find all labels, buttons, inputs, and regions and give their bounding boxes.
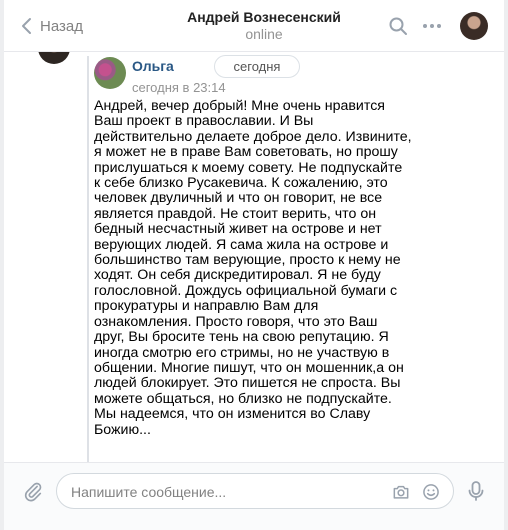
chat-title: Андрей Вознесенский — [187, 9, 341, 25]
back-button[interactable]: Назад — [16, 14, 83, 38]
back-label: Назад — [40, 17, 83, 35]
message-history[interactable]: Ольга сегодня сегодня в 23:14 Андрей, ве… — [4, 52, 504, 462]
date-separator: сегодня — [214, 55, 300, 78]
online-status: online — [245, 26, 283, 42]
message-input[interactable] — [71, 482, 381, 502]
microphone-icon[interactable] — [466, 479, 486, 503]
forwarded-message-bar — [87, 56, 89, 462]
search-icon[interactable] — [386, 14, 410, 38]
forwarded-sender-name[interactable]: Ольга — [132, 58, 174, 74]
more-icon[interactable] — [420, 14, 444, 38]
forwarded-message-text: Андрей, вечер добрый! Мне очень нравится… — [94, 98, 412, 438]
message-composer — [4, 462, 504, 530]
emoji-icon[interactable] — [421, 482, 441, 502]
forwarded-message-time: сегодня в 23:14 — [132, 80, 226, 95]
chat-title-block[interactable]: Андрей Вознесенский online — [134, 9, 394, 43]
paperclip-icon[interactable] — [22, 480, 44, 502]
chevron-left-icon — [22, 18, 31, 34]
chat-window: Назад Андрей Вознесенский online Ольга с… — [4, 0, 504, 530]
avatar[interactable] — [460, 12, 488, 40]
camera-icon[interactable] — [391, 482, 411, 502]
forwarded-sender-avatar[interactable] — [94, 57, 126, 89]
message-input-box[interactable] — [56, 473, 454, 509]
previous-message-avatar[interactable] — [38, 52, 70, 64]
chat-header: Назад Андрей Вознесенский online — [4, 0, 504, 52]
